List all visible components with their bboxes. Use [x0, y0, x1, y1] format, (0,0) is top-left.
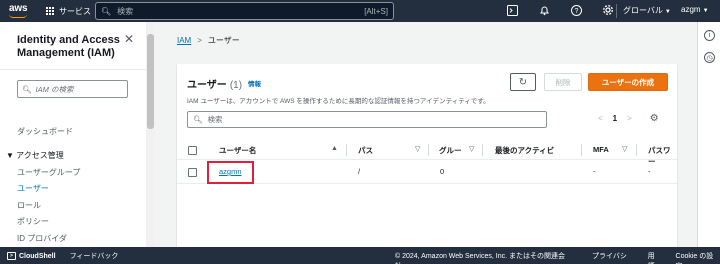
caret-down-icon: ▼ [664, 9, 671, 15]
sidebar-item-roles[interactable]: ロール [17, 200, 41, 211]
search-icon: 🔍︎ [22, 84, 32, 94]
cloudshell-icon[interactable] [505, 3, 519, 17]
users-panel: ユーザー (1) 情報 IAM ユーザーは、アカウントで AWS を操作するために… [177, 64, 677, 247]
pagination: < 1 > ⚙ [598, 113, 659, 124]
refresh-button[interactable]: ↻ [510, 73, 536, 91]
column-divider [636, 144, 637, 156]
caret-down-icon: ▼ [702, 8, 709, 14]
search-icon: 🔍︎ [193, 115, 203, 124]
cloudshell-label: CloudShell [19, 252, 56, 260]
region-label: グローバル [623, 6, 663, 15]
column-header-username[interactable]: ユーザー名 [219, 145, 256, 156]
aws-logo[interactable]: aws [4, 0, 38, 22]
row-checkbox[interactable] [188, 168, 197, 177]
groups-cell: 0 [440, 167, 445, 176]
breadcrumb-iam[interactable]: IAM [177, 36, 191, 45]
column-header-groups[interactable]: グルー [439, 145, 462, 156]
sidebar-item-users[interactable]: ユーザー [17, 183, 49, 194]
right-rail: i ◷ [697, 22, 720, 247]
users-search-input[interactable]: 🔍︎ 検索 [187, 111, 547, 128]
global-search-input[interactable]: 🔍︎ 検索 [Alt+S] [95, 2, 394, 20]
feedback-link[interactable]: フィードバック [70, 251, 119, 261]
svg-text:?: ? [574, 8, 578, 15]
aws-logo-text: aws [9, 3, 28, 14]
sidebar-item-dashboard[interactable]: ダッシュボード [17, 126, 73, 137]
column-header-path[interactable]: パス [358, 145, 373, 156]
global-search-placeholder: 検索 [117, 6, 134, 16]
mfa-cell: - [593, 167, 596, 176]
services-label: サービス [59, 6, 91, 16]
chevron-right-icon: > [197, 36, 202, 45]
sidebar-title: Identity and Access Management (IAM) [17, 34, 120, 59]
search-icon: 🔍︎ [101, 6, 112, 16]
chevron-right-icon[interactable]: > [627, 114, 632, 123]
scrollbar-thumb[interactable] [147, 34, 154, 129]
highlight-annotation [207, 161, 254, 184]
column-divider [346, 144, 347, 156]
sidebar-scrollbar[interactable] [146, 22, 155, 247]
panel-title: ユーザー (1) [187, 76, 242, 91]
user-count: (1) [229, 80, 243, 91]
column-header-last-activity[interactable]: 最後のアクティビ [495, 145, 554, 156]
footer: > CloudShell フィードバック © 2024, Amazon Web … [0, 247, 720, 264]
breadcrumb: IAM > ユーザー [177, 35, 240, 46]
nav-divider [616, 4, 617, 18]
help-icon[interactable]: ? [569, 3, 583, 17]
search-shortcut: [Alt+S] [364, 6, 388, 16]
info-icon[interactable]: i [704, 30, 715, 41]
bell-icon[interactable] [537, 3, 551, 17]
select-all-checkbox[interactable] [188, 146, 197, 155]
panel-description: IAM ユーザーは、アカウントで AWS を操作するために長期的な認証情報を持つ… [187, 98, 490, 105]
grid-icon [46, 6, 55, 16]
path-cell: / [358, 167, 361, 176]
sidebar-item-user-groups[interactable]: ユーザーグループ [17, 167, 80, 178]
sort-icon[interactable]: ▽ [622, 145, 627, 153]
cookie-settings-link[interactable]: Cookie の設定 [676, 251, 720, 264]
cloudshell-link[interactable]: > CloudShell [7, 252, 56, 260]
top-navigation: aws サービス 🔍︎ 検索 [Alt+S] ? グローバル ▼ azgm ▼ [0, 0, 720, 22]
column-divider [581, 144, 582, 156]
panel-title-text: ユーザー [187, 80, 227, 91]
services-menu[interactable]: サービス [46, 6, 91, 17]
refresh-icon: ↻ [518, 76, 528, 88]
column-divider [428, 144, 429, 156]
terms-link[interactable]: 用語 [648, 251, 662, 264]
sort-icon[interactable]: ▽ [469, 145, 474, 153]
clock-icon[interactable]: ◷ [704, 52, 715, 63]
create-user-button[interactable]: ユーザーの作成 [588, 73, 668, 91]
chevron-left-icon[interactable]: < [598, 114, 603, 123]
sidebar-section-access[interactable]: ▼ アクセス管理 [6, 150, 64, 161]
info-link[interactable]: 情報 [248, 78, 261, 88]
terminal-icon: > [7, 252, 16, 260]
sidebar-item-policies[interactable]: ポリシー [17, 216, 49, 227]
delete-button[interactable]: 削除 [544, 73, 582, 91]
privacy-link[interactable]: プライバシー [592, 251, 634, 264]
account-menu[interactable]: azgm ▼ [681, 5, 709, 14]
gear-icon[interactable] [601, 3, 615, 17]
caret-down-icon: ▼ [6, 151, 17, 160]
sidebar: Identity and Access Management (IAM) ✕ 🔍… [0, 22, 155, 247]
sidebar-divider [0, 69, 146, 70]
breadcrumb-current: ユーザー [207, 36, 240, 45]
sidebar-search-placeholder: IAM の検索 [35, 84, 74, 94]
sidebar-item-identity-providers[interactable]: ID プロバイダ [17, 233, 67, 244]
users-search-placeholder: 検索 [207, 115, 223, 124]
gear-icon[interactable]: ⚙ [650, 113, 659, 124]
sidebar-section-label: アクセス管理 [16, 151, 64, 160]
aws-logo-smile [9, 14, 27, 18]
copyright-text: © 2024, Amazon Web Services, Inc. またはその関… [395, 253, 565, 264]
account-label: azgm [681, 5, 701, 14]
close-icon[interactable]: ✕ [124, 32, 134, 46]
region-selector[interactable]: グローバル ▼ [623, 5, 671, 16]
page-number[interactable]: 1 [613, 114, 617, 123]
column-divider [482, 144, 483, 156]
sidebar-search-input[interactable]: 🔍︎ IAM の検索 [17, 80, 128, 98]
sort-ascending-icon[interactable]: ▲ [331, 145, 338, 152]
table-header: ユーザー名 ▲ パス ▽ グルー ▽ 最後のアクティビ MFA ▽ パスワー [177, 141, 677, 166]
sort-icon[interactable]: ▽ [415, 145, 420, 153]
password-cell: - [648, 167, 651, 176]
column-header-mfa[interactable]: MFA [593, 145, 609, 154]
